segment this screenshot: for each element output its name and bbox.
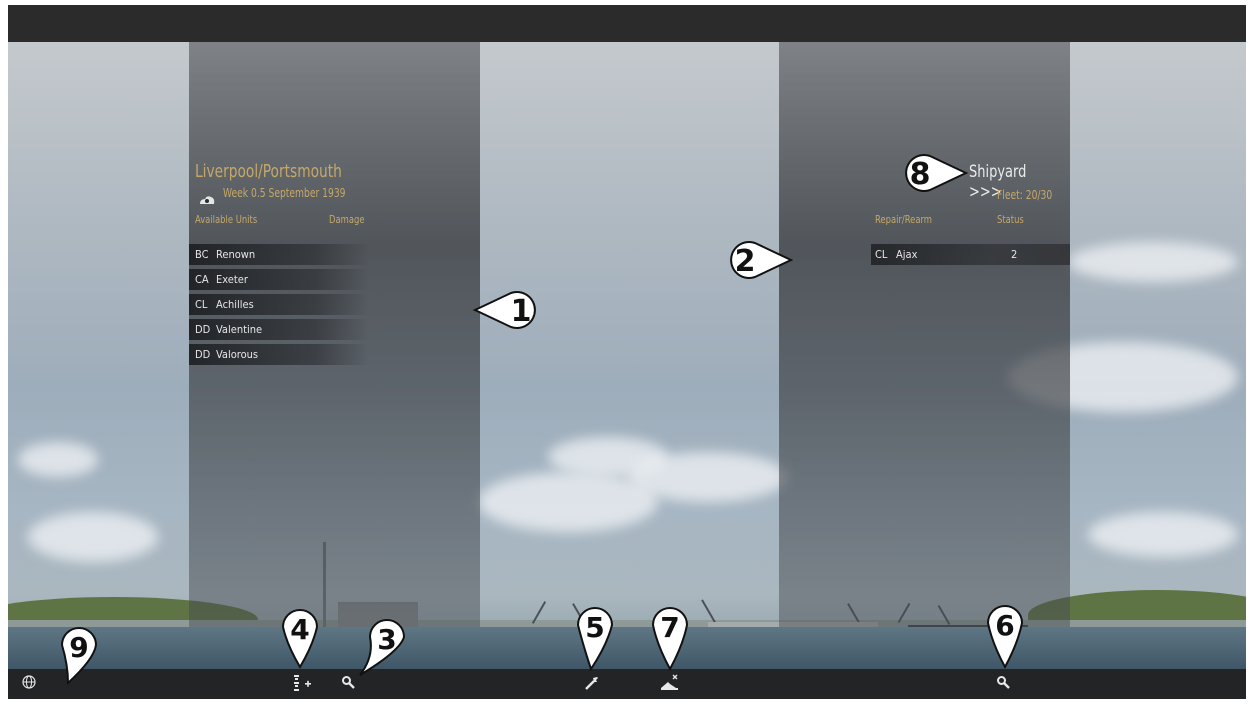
sea <box>8 627 1246 669</box>
repair-row[interactable]: CL Ajax 2 <box>871 244 1070 265</box>
search-icon[interactable] <box>341 675 357 695</box>
header-repair-rearm: Repair/Rearm <box>875 213 932 226</box>
callout-number: 4 <box>290 613 309 646</box>
scuttle-ship-icon[interactable] <box>660 673 680 695</box>
unit-type: CA <box>195 273 209 286</box>
repair-unit-type: CL <box>875 248 888 261</box>
globe-icon[interactable] <box>22 675 36 693</box>
callout-5: 5 <box>576 607 614 671</box>
unit-name: Valentine <box>216 323 263 336</box>
callout-2: 2 <box>730 241 794 279</box>
shipyard-panel: Shipyard >>> Fleet: 20/30 Repair/Rearm S… <box>779 42 1070 627</box>
callout-number: 5 <box>585 611 604 644</box>
unit-type: DD <box>195 348 211 361</box>
fleet-capacity: Fleet: 20/30 <box>997 188 1053 202</box>
callout-7: 7 <box>651 607 689 671</box>
game-screen: Liverpool/Portsmouth Week 0.5 September … <box>8 5 1246 699</box>
harbor-background: Liverpool/Portsmouth Week 0.5 September … <box>8 42 1246 669</box>
unit-row[interactable]: BC Renown <box>189 244 369 265</box>
bottom-toolbar <box>8 669 1246 699</box>
header-damage: Damage <box>329 213 365 226</box>
location-title: Liverpool/Portsmouth <box>195 161 342 182</box>
callout-number: 1 <box>511 294 532 329</box>
unit-name: Valorous <box>216 348 259 361</box>
add-unit-icon[interactable] <box>291 673 313 697</box>
unit-row[interactable]: DD Valorous <box>189 344 369 365</box>
callout-1: 1 <box>472 291 536 329</box>
week-date: Week 0.5 September 1939 <box>223 186 346 200</box>
port-units-panel: Liverpool/Portsmouth Week 0.5 September … <box>189 42 480 627</box>
unit-row[interactable]: DD Valentine <box>189 319 369 340</box>
callout-3: 3 <box>359 619 406 676</box>
header-available-units: Available Units <box>195 213 258 226</box>
callout-4: 4 <box>281 609 319 669</box>
repair-unit-name: Ajax <box>896 248 918 261</box>
top-bar <box>8 5 1246 42</box>
callout-6: 6 <box>986 605 1024 669</box>
callout-number: 2 <box>735 244 756 279</box>
repair-status: 2 <box>1011 248 1018 261</box>
callout-number: 8 <box>910 157 931 192</box>
unit-type: DD <box>195 323 211 336</box>
unit-name: Renown <box>216 248 256 261</box>
callout-number: 7 <box>660 611 679 644</box>
unit-type: BC <box>195 248 209 261</box>
cloud-sun-icon <box>198 190 216 204</box>
unit-row[interactable]: CA Exeter <box>189 269 369 290</box>
callout-number: 9 <box>69 631 88 664</box>
unit-row[interactable]: CL Achilles <box>189 294 369 315</box>
unit-name: Exeter <box>216 273 248 286</box>
callout-9: 9 <box>60 627 98 686</box>
unit-type: CL <box>195 298 208 311</box>
search-icon[interactable] <box>996 675 1012 695</box>
header-status: Status <box>997 213 1024 226</box>
callout-number: 3 <box>377 623 396 656</box>
wrench-icon[interactable] <box>584 675 600 695</box>
callout-8: 8 <box>905 154 969 192</box>
callout-number: 6 <box>995 609 1014 642</box>
unit-name: Achilles <box>216 298 254 311</box>
